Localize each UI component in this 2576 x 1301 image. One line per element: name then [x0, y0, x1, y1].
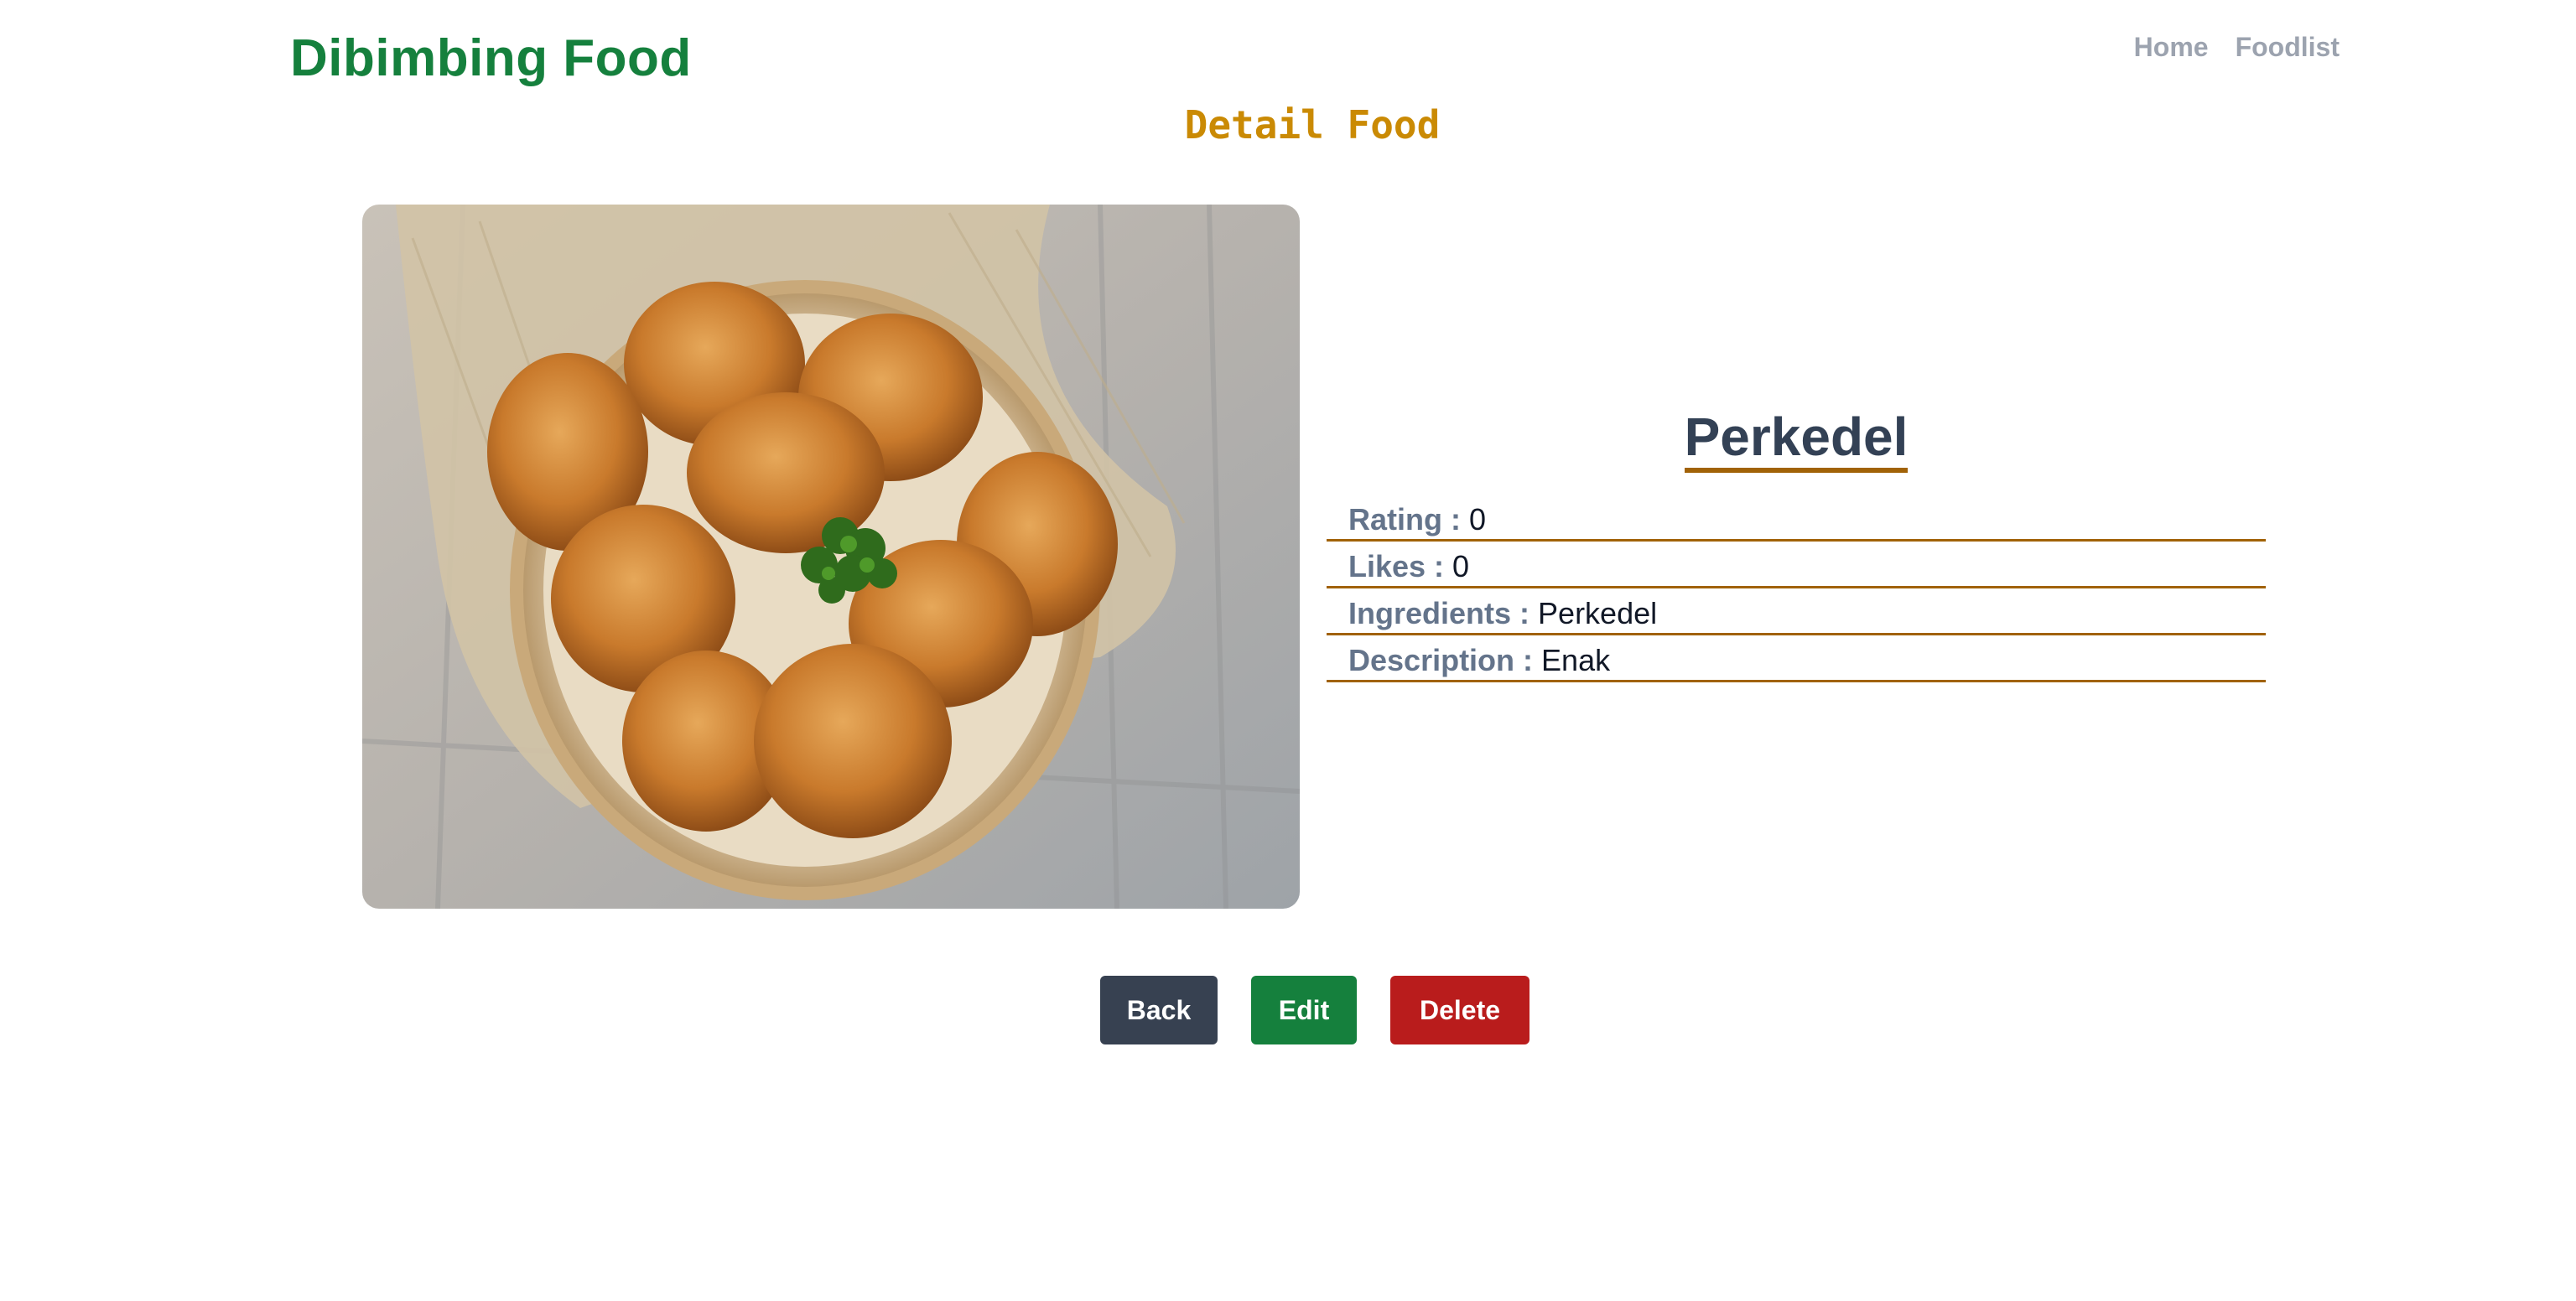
rating-row: Rating : 0: [1327, 495, 2266, 542]
description-row: Description : Enak: [1327, 635, 2266, 683]
food-detail-panel: Perkedel Rating : 0 Likes : 0 Ingredient…: [1327, 407, 2266, 683]
rating-value: 0: [1468, 502, 1487, 537]
delete-button[interactable]: Delete: [1390, 976, 1530, 1044]
back-button[interactable]: Back: [1100, 976, 1218, 1044]
rating-label: Rating :: [1348, 502, 1461, 537]
ingredients-label: Ingredients :: [1348, 596, 1530, 631]
food-attributes: Rating : 0 Likes : 0 Ingredients : Perke…: [1327, 495, 2266, 683]
likes-row: Likes : 0: [1327, 542, 2266, 589]
food-name-wrap: Perkedel: [1327, 407, 2266, 474]
brand-logo[interactable]: Dibimbing Food: [290, 29, 692, 88]
action-buttons: Back Edit Delete: [1100, 976, 1530, 1044]
description-label: Description :: [1348, 643, 1534, 678]
food-image: [362, 205, 1300, 909]
page-title: Detail Food: [1184, 102, 1441, 148]
description-value: Enak: [1541, 643, 1611, 678]
edit-button[interactable]: Edit: [1251, 976, 1357, 1044]
likes-value: 0: [1452, 549, 1470, 584]
ingredients-row: Ingredients : Perkedel: [1327, 588, 2266, 636]
ingredients-value: Perkedel: [1538, 596, 1658, 631]
nav-foodlist-link[interactable]: Foodlist: [2236, 32, 2340, 63]
top-nav: Home Foodlist: [2134, 32, 2340, 63]
likes-label: Likes :: [1348, 549, 1445, 584]
food-name: Perkedel: [1684, 407, 1909, 474]
detail-food-page: Dibimbing Food Home Foodlist Detail Food: [0, 0, 2576, 1301]
nav-home-link[interactable]: Home: [2134, 32, 2209, 63]
